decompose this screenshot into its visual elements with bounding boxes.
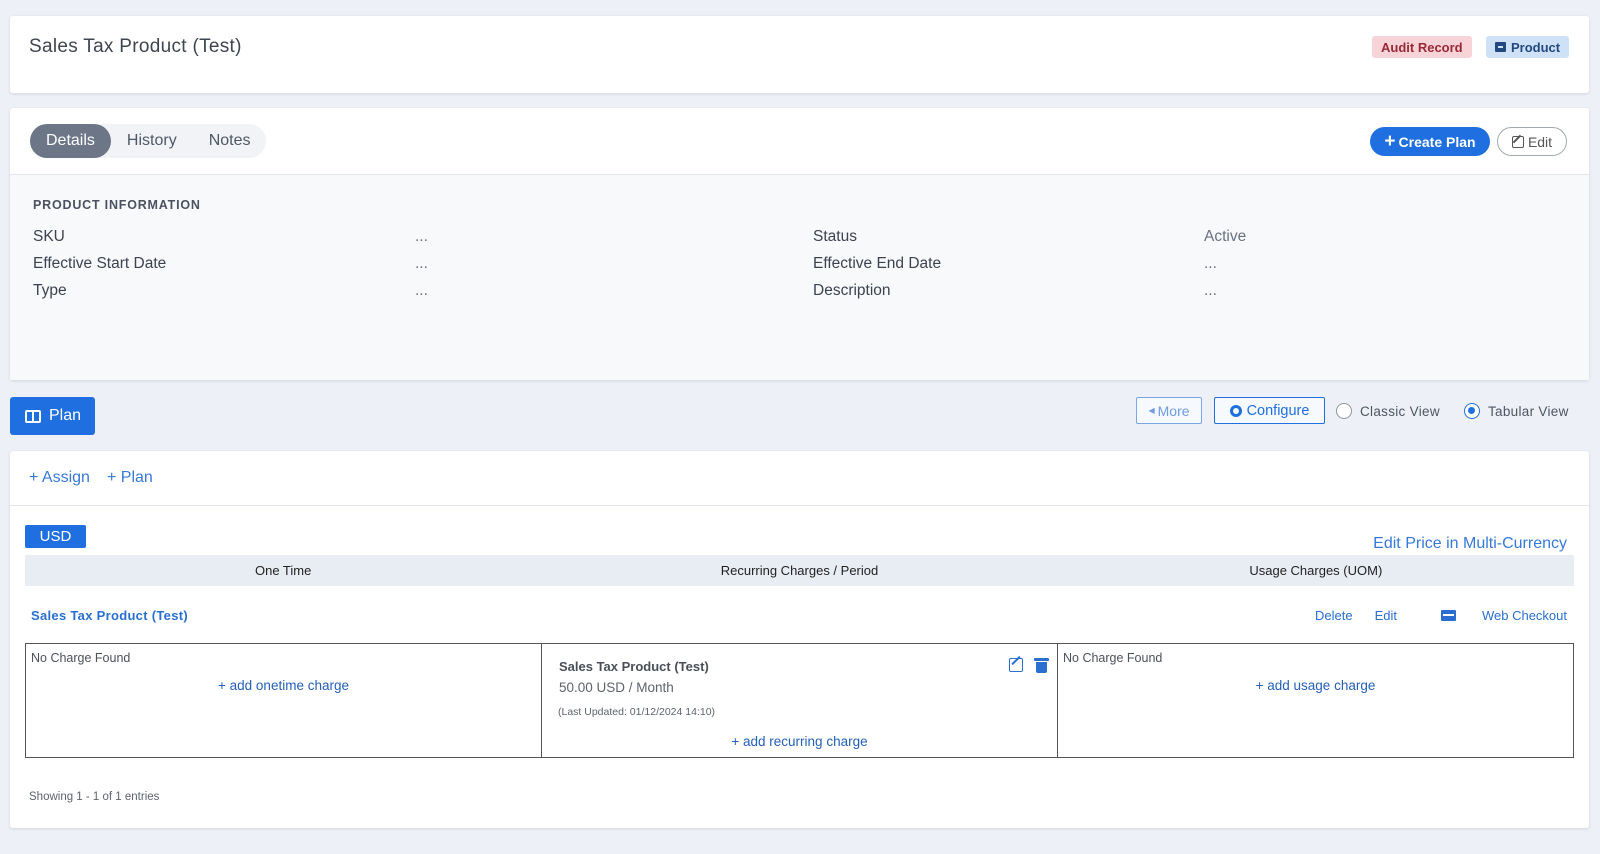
- field-value-sku: ...: [415, 228, 428, 245]
- recurring-cell: Sales Tax Product (Test) 50.00 USD / Mon…: [542, 644, 1058, 757]
- field-label-type: Type: [33, 282, 67, 299]
- usage-empty-text: No Charge Found: [1063, 651, 1163, 665]
- field-label-effective-start-date: Effective Start Date: [33, 255, 167, 272]
- column-header-one-time: One Time: [254, 563, 312, 578]
- add-usage-charge-link[interactable]: + add usage charge: [1058, 678, 1573, 693]
- edit-button[interactable]: Edit: [1497, 127, 1567, 156]
- add-plan-link[interactable]: + Plan: [107, 469, 153, 487]
- caret-left-icon: ◀: [1148, 406, 1155, 415]
- field-label-effective-end-date: Effective End Date: [813, 255, 942, 272]
- field-value-description: ...: [1204, 282, 1217, 299]
- onetime-cell: No Charge Found + add onetime charge: [26, 644, 542, 757]
- product-information-panel: PRODUCT INFORMATION SKU ... Effective St…: [10, 175, 1589, 380]
- plan-button-label: Plan: [49, 407, 82, 424]
- recurring-charge-title: Sales Tax Product (Test): [559, 659, 709, 674]
- gear-icon: [1229, 404, 1242, 417]
- radio-tabular-view[interactable]: [1464, 403, 1480, 419]
- classic-view-radio[interactable]: Classic View: [1336, 403, 1440, 419]
- edit-charge-icon[interactable]: [1009, 658, 1023, 672]
- classic-view-label: Classic View: [1360, 403, 1440, 419]
- archive-box-icon: [1495, 42, 1506, 52]
- radio-classic-view[interactable]: [1336, 403, 1352, 419]
- field-value-type: ...: [415, 282, 428, 299]
- web-checkout-link[interactable]: Web Checkout: [1419, 608, 1567, 623]
- tabular-view-label: Tabular View: [1488, 403, 1569, 419]
- assign-link[interactable]: + Assign: [29, 469, 90, 487]
- add-recurring-charge-link[interactable]: + add recurring charge: [542, 734, 1057, 749]
- plan-card: + Assign + Plan USD Edit Price in Multi-…: [10, 451, 1589, 828]
- tab-history[interactable]: History: [111, 124, 193, 158]
- field-label-sku: SKU: [33, 228, 65, 245]
- currency-badge[interactable]: USD: [25, 525, 86, 548]
- column-header-usage: Usage Charges (UOM): [1249, 563, 1383, 578]
- more-button[interactable]: ◀ More: [1136, 397, 1202, 424]
- edit-link[interactable]: Edit: [1375, 608, 1397, 623]
- edit-label: Edit: [1527, 133, 1553, 150]
- field-value-effective-start-date: ...: [415, 255, 428, 272]
- credit-card-icon: [1440, 610, 1456, 621]
- page-title: Sales Tax Product (Test): [29, 36, 242, 57]
- field-value-effective-end-date: ...: [1204, 255, 1217, 272]
- web-checkout-label: Web Checkout: [1481, 608, 1567, 623]
- product-badge-label: Product: [1511, 39, 1561, 55]
- delete-link[interactable]: Delete: [1315, 608, 1353, 623]
- section-title: PRODUCT INFORMATION: [33, 198, 201, 212]
- columns-icon: [25, 409, 41, 423]
- column-header-recurring: Recurring Charges / Period: [720, 563, 879, 578]
- tabular-view-radio[interactable]: Tabular View: [1464, 403, 1569, 419]
- recurring-charge-updated: (Last Updated: 01/12/2024 14:10): [558, 706, 716, 718]
- edit-multi-currency-link[interactable]: Edit Price in Multi-Currency: [1373, 535, 1567, 553]
- more-label: More: [1157, 402, 1190, 419]
- usage-cell: No Charge Found + add usage charge: [1058, 644, 1573, 757]
- row-actions: Delete Edit Web Checkout: [1293, 608, 1567, 623]
- create-plan-label: Create Plan: [1398, 133, 1476, 150]
- field-label-description: Description: [813, 282, 891, 299]
- tab-details[interactable]: Details: [30, 124, 111, 158]
- configure-button[interactable]: Configure: [1214, 397, 1325, 424]
- details-card: Details History Notes + Create Plan Edit…: [10, 108, 1589, 380]
- header-card: Sales Tax Product (Test) Audit Record Pr…: [10, 16, 1589, 93]
- product-badge[interactable]: Product: [1486, 36, 1570, 58]
- plan-button[interactable]: Plan: [10, 397, 95, 435]
- pagination-info: Showing 1 - 1 of 1 entries: [29, 791, 160, 803]
- tab-bar: Details History Notes: [30, 124, 267, 158]
- charges-table-header: One Time Recurring Charges / Period Usag…: [25, 555, 1574, 586]
- add-onetime-charge-link[interactable]: + add onetime charge: [26, 678, 541, 693]
- onetime-empty-text: No Charge Found: [31, 651, 131, 665]
- tab-notes[interactable]: Notes: [193, 124, 267, 158]
- trash-icon[interactable]: [1034, 658, 1049, 673]
- recurring-charge-price: 50.00 USD / Month: [559, 680, 674, 695]
- field-label-status: Status: [813, 228, 857, 245]
- charges-table-row: No Charge Found + add onetime charge Sal…: [25, 643, 1574, 758]
- audit-record-badge[interactable]: Audit Record: [1372, 36, 1472, 58]
- edit-pen-icon: [1511, 135, 1524, 148]
- product-name-link[interactable]: Sales Tax Product (Test): [31, 608, 188, 623]
- field-value-status: Active: [1204, 228, 1247, 245]
- plus-icon: +: [1384, 131, 1396, 152]
- configure-label: Configure: [1246, 402, 1310, 419]
- plan-divider: [10, 505, 1589, 506]
- create-plan-button[interactable]: + Create Plan: [1370, 127, 1490, 156]
